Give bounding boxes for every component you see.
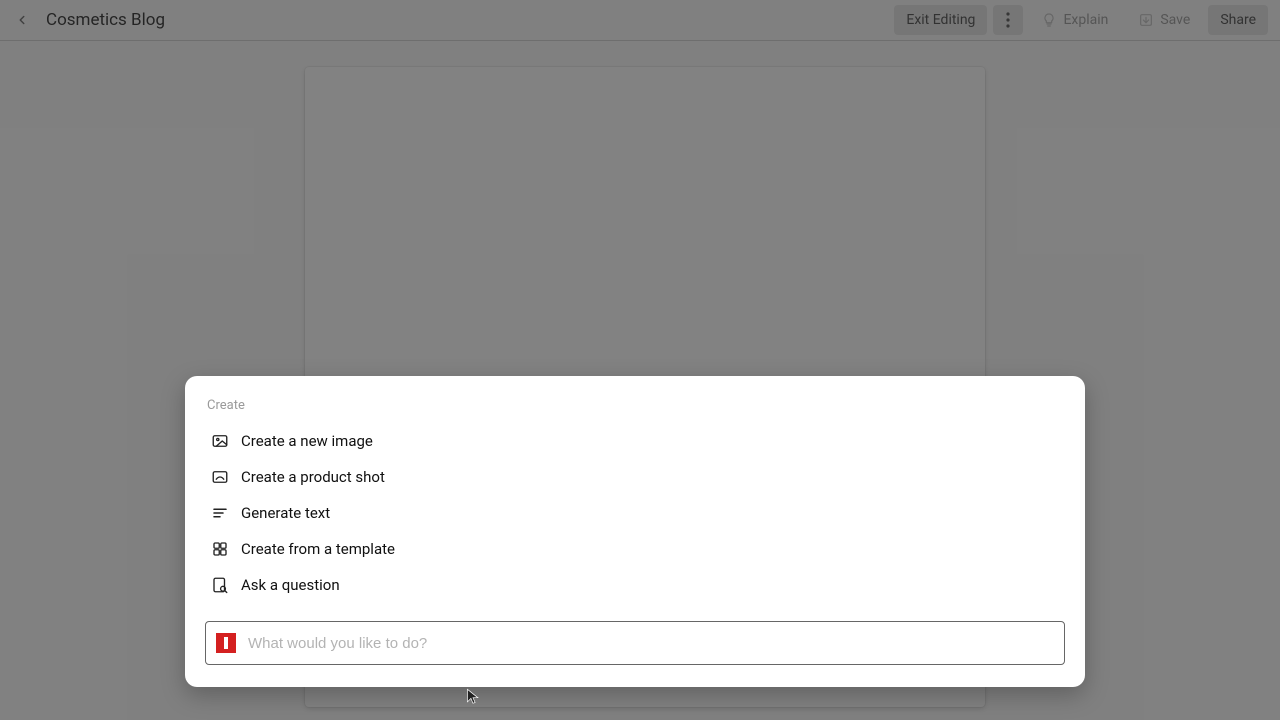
prompt-badge-icon xyxy=(216,633,236,653)
item-label: Create a new image xyxy=(241,432,373,450)
template-grid-icon xyxy=(209,540,231,558)
ask-question-item[interactable]: Ask a question xyxy=(205,567,1065,603)
question-doc-icon xyxy=(209,576,231,594)
item-label: Generate text xyxy=(241,504,330,522)
create-product-shot-item[interactable]: Create a product shot xyxy=(205,459,1065,495)
product-shot-icon xyxy=(209,468,231,486)
create-from-template-item[interactable]: Create from a template xyxy=(205,531,1065,567)
item-label: Create a product shot xyxy=(241,468,385,486)
item-label: Create from a template xyxy=(241,540,395,558)
prompt-input-row xyxy=(205,621,1065,665)
item-label: Ask a question xyxy=(241,576,340,594)
prompt-input[interactable] xyxy=(248,635,1054,652)
text-lines-icon xyxy=(209,504,231,522)
create-image-item[interactable]: Create a new image xyxy=(205,423,1065,459)
generate-text-item[interactable]: Generate text xyxy=(205,495,1065,531)
section-label: Create xyxy=(207,398,1065,413)
image-icon xyxy=(209,432,231,450)
create-panel: Create Create a new image Create a produ… xyxy=(185,376,1085,687)
